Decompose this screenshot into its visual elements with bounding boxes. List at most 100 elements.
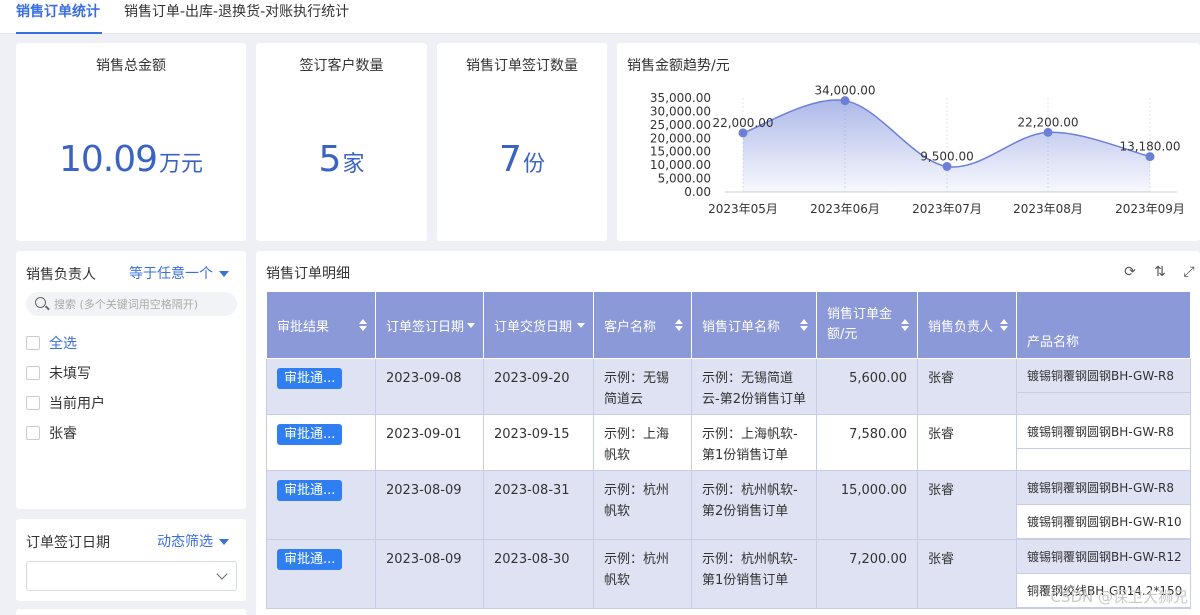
sort-icon[interactable]: [1000, 319, 1008, 331]
owner-option-current-user[interactable]: 当前用户: [26, 393, 105, 412]
cell-order-name: 示例：杭州帆软-第2份销售订单: [691, 470, 817, 540]
kpi-value: 7份: [437, 139, 607, 180]
kpi-value: 10.09万元: [16, 139, 246, 180]
cell-product: 镀锡铜覆钢圆钢BH-GW-R8: [1016, 358, 1191, 415]
cell-status: 审批通...: [266, 470, 376, 540]
option-label: 当前用户: [49, 396, 105, 412]
col-header-order-name[interactable]: 销售订单名称: [691, 291, 817, 359]
owner-filter-mode-text: 等于任意一个: [129, 266, 213, 282]
cell-customer: 示例：上海帆软: [593, 414, 692, 471]
kpi-card-order-count: 销售订单签订数量 7份: [437, 43, 607, 241]
cell-order-name: 示例：上海帆软-第1份销售订单: [691, 414, 817, 471]
x-tick-label: 2023年05月: [708, 202, 778, 216]
owner-search-input[interactable]: [54, 295, 234, 313]
kpi-card-total-amount: 销售总金额 10.09万元: [16, 43, 246, 241]
fullscreen-icon[interactable]: ⤢: [1181, 264, 1197, 280]
kpi-number: 10.09: [58, 139, 158, 180]
table-row[interactable]: 审批通... 2023-09-08 2023-09-20 示例：无锡简道云 示例…: [266, 358, 1191, 415]
tab-bar: 销售订单统计 销售订单-出库-退换货-对账执行统计: [0, 0, 1200, 34]
next-filter-card: [16, 609, 246, 615]
y-tick-label: 20,000.00: [650, 131, 711, 145]
cell-product: 镀锡铜覆钢圆钢BH-GW-R8 镀锡铜覆钢圆钢BH-GW-R10: [1016, 470, 1191, 540]
col-header-label: 订单签订日期: [386, 319, 465, 335]
sort-icon[interactable]: [675, 319, 683, 331]
cell-sign-date: 2023-08-09: [375, 539, 484, 609]
tab-sales-order-stats[interactable]: 销售订单统计: [16, 0, 102, 34]
status-button[interactable]: 审批通...: [277, 368, 343, 389]
detail-table-title: 销售订单明细: [266, 266, 350, 282]
col-header-label: 销售负责人: [928, 319, 994, 335]
caret-down-icon[interactable]: [577, 323, 585, 328]
y-tick-label: 10,000.00: [650, 158, 711, 172]
chart-title: 销售金额趋势/元: [627, 58, 730, 74]
cell-amount: 7,580.00: [816, 414, 918, 471]
owner-option-zhangrui[interactable]: 张睿: [26, 423, 77, 442]
cell-amount: 5,600.00: [816, 358, 918, 415]
cell-status: 审批通...: [266, 414, 376, 471]
owner-search-box[interactable]: [26, 292, 237, 316]
caret-down-icon[interactable]: [467, 323, 475, 328]
cell-delivery-date: 2023-08-31: [483, 470, 594, 540]
checkbox[interactable]: [26, 426, 40, 440]
col-header-label: 客户名称: [604, 319, 657, 335]
col-header-label: 审批结果: [277, 319, 330, 335]
cell-product: 镀锡铜覆钢圆钢BH-GW-R8: [1016, 414, 1191, 471]
refresh-icon[interactable]: ⟳: [1122, 264, 1138, 280]
kpi-value: 5家: [256, 139, 427, 180]
cell-delivery-date: 2023-09-15: [483, 414, 594, 471]
cell-order-name: 示例：杭州帆软-第1份销售订单: [691, 539, 817, 609]
cell-sign-date: 2023-09-01: [375, 414, 484, 471]
product-item: 镀锡铜覆钢圆钢BH-GW-R10: [1017, 505, 1190, 539]
status-button[interactable]: 审批通...: [277, 549, 343, 570]
col-header-sign-date[interactable]: 订单签订日期: [375, 291, 484, 359]
checkbox[interactable]: [26, 336, 40, 350]
product-item: 镀锡铜覆钢圆钢BH-GW-R8: [1017, 416, 1190, 449]
checkbox[interactable]: [26, 366, 40, 380]
kpi-title: 销售总金额: [96, 58, 166, 74]
order-detail-table: 审批结果 订单签订日期 订单交货日期 客户名称 销售订单名称 销售订单金额/元 …: [266, 291, 1191, 609]
cell-owner: 张睿: [917, 358, 1017, 415]
cell-status: 审批通...: [266, 539, 376, 609]
data-label: 13,180.00: [1119, 140, 1180, 154]
sign-date-select[interactable]: [26, 561, 237, 591]
table-row[interactable]: 审批通... 2023-08-09 2023-08-31 示例：杭州帆软 示例：…: [266, 470, 1191, 540]
sign-date-filter-mode[interactable]: 动态筛选: [157, 531, 229, 551]
owner-filter-mode[interactable]: 等于任意一个: [129, 263, 229, 283]
x-tick-label: 2023年08月: [1013, 202, 1083, 216]
kpi-card-customer-count: 签订客户数量 5家: [256, 43, 427, 241]
sort-icon[interactable]: [901, 319, 909, 331]
cell-customer: 示例：无锡简道云: [593, 358, 692, 415]
tab-order-execution-stats[interactable]: 销售订单-出库-退换货-对账执行统计: [124, 0, 349, 34]
kpi-unit: 家: [342, 152, 365, 177]
cell-amount: 7,200.00: [816, 539, 918, 609]
data-label: 22,000.00: [712, 116, 773, 130]
cell-status: 审批通...: [266, 358, 376, 415]
sign-date-filter-mode-text: 动态筛选: [157, 534, 213, 550]
product-item: 镀锡铜覆钢圆钢BH-GW-R12: [1017, 541, 1190, 574]
checkbox[interactable]: [26, 396, 40, 410]
sort-icon[interactable]: [359, 319, 367, 331]
x-tick-label: 2023年07月: [912, 202, 982, 216]
product-item: 镀锡铜覆钢圆钢BH-GW-R8: [1017, 472, 1190, 505]
status-button[interactable]: 审批通...: [277, 480, 343, 501]
col-header-owner[interactable]: 销售负责人: [917, 291, 1017, 359]
y-tick-label: 5,000.00: [658, 172, 711, 186]
owner-option-all[interactable]: 全选: [26, 333, 77, 352]
sort-icon[interactable]: ⇅: [1152, 264, 1168, 280]
sort-icon[interactable]: [800, 319, 808, 331]
status-button[interactable]: 审批通...: [277, 424, 343, 445]
cell-owner: 张睿: [917, 470, 1017, 540]
col-header-amount[interactable]: 销售订单金额/元: [816, 291, 918, 359]
col-header-product[interactable]: 产品名称: [1016, 291, 1191, 359]
y-tick-label: 35,000.00: [650, 91, 711, 105]
x-tick-label: 2023年06月: [810, 202, 880, 216]
product-item: 镀锡铜覆钢圆钢BH-GW-R8: [1017, 360, 1190, 393]
col-header-status[interactable]: 审批结果: [266, 291, 376, 359]
kpi-unit: 万元: [159, 152, 204, 177]
col-header-delivery-date[interactable]: 订单交货日期: [483, 291, 594, 359]
cell-customer: 示例：杭州帆软: [593, 470, 692, 540]
owner-option-empty[interactable]: 未填写: [26, 363, 91, 382]
trend-chart: 0.005,000.0010,000.0015,000.0020,000.002…: [650, 84, 1185, 216]
table-row[interactable]: 审批通... 2023-09-01 2023-09-15 示例：上海帆软 示例：…: [266, 414, 1191, 471]
col-header-customer[interactable]: 客户名称: [593, 291, 692, 359]
